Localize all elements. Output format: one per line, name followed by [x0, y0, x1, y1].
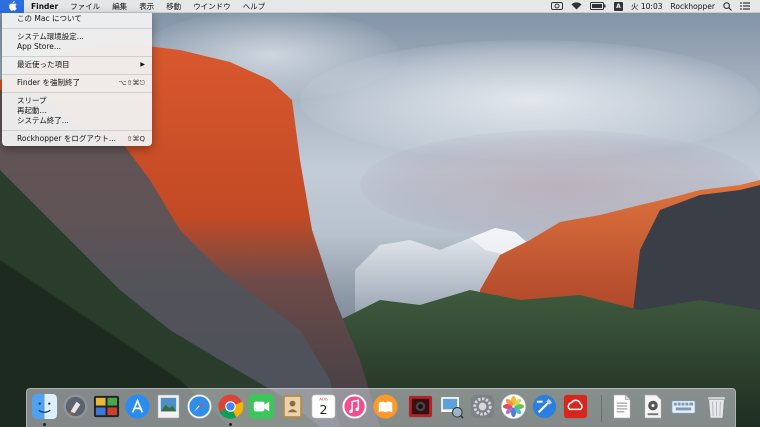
spotlight-icon[interactable] [719, 0, 736, 13]
printer-icon[interactable] [639, 393, 666, 420]
menu-item-label: Finder を強制終了 [17, 78, 80, 87]
mission-control-icon[interactable] [93, 393, 120, 420]
creative-cloud-icon[interactable] [562, 393, 589, 420]
menu-window[interactable]: ウインドウ [187, 0, 237, 13]
xcode-icon[interactable] [531, 393, 558, 420]
menu-separator [2, 129, 152, 131]
menu-item-system-preferences[interactable]: システム環境設定... [2, 32, 152, 42]
user-name-menu[interactable]: Rockhopper [667, 0, 720, 13]
apple-menu-dropdown: この Mac について システム環境設定... App Store... 最近使… [2, 13, 152, 146]
photo-booth-icon[interactable] [407, 393, 434, 420]
menu-item-log-out[interactable]: Rockhopper をログアウト... ⇧⌘Q [2, 134, 152, 144]
running-indicator [43, 423, 46, 426]
itunes-icon[interactable] [341, 393, 368, 420]
dock-separator [601, 395, 602, 422]
facetime-icon[interactable] [248, 393, 275, 420]
menu-go[interactable]: 移動 [160, 0, 187, 13]
menu-item-label: 最近使った項目 [17, 60, 70, 69]
input-source-icon[interactable]: A [610, 0, 627, 13]
clock[interactable]: 火 10:03 [627, 0, 667, 13]
menu-item-label: Rockhopper をログアウト... [17, 134, 117, 143]
status-area: A 火 10:03 Rockhopper [547, 0, 760, 13]
menu-item-shortcut: ⌥⇧⌘⎋ [118, 79, 145, 87]
dock: AUG 2 [26, 388, 736, 427]
contacts-icon[interactable] [279, 393, 306, 420]
preview-icon[interactable] [155, 393, 182, 420]
safari-icon[interactable] [186, 393, 213, 420]
submenu-arrow-icon: ▶ [140, 61, 145, 68]
menu-item-label: スリープ [17, 96, 47, 105]
camera-icon[interactable] [547, 0, 567, 13]
menu-item-label: この Mac について [17, 14, 82, 23]
menu-bar: Finder ファイル 編集 表示 移動 ウインドウ ヘルプ A 火 10:03… [0, 0, 760, 13]
menu-item-label: システム環境設定... [17, 32, 84, 41]
menu-separator [2, 27, 152, 29]
system-preferences-icon[interactable] [469, 393, 496, 420]
menu-finder[interactable]: Finder [24, 0, 64, 13]
input-source-label: A [614, 1, 623, 11]
menu-help[interactable]: ヘルプ [237, 0, 272, 13]
apple-logo-icon [8, 1, 17, 11]
apple-menu-button[interactable] [0, 0, 24, 13]
menu-edit[interactable]: 編集 [106, 0, 133, 13]
ibooks-icon[interactable] [372, 393, 399, 420]
running-indicator [229, 423, 232, 426]
finder-icon[interactable] [31, 393, 58, 420]
keyboard-viewer-icon[interactable] [670, 393, 697, 420]
menu-item-label: システム終了... [17, 116, 69, 125]
menu-item-about-this-mac[interactable]: この Mac について [2, 14, 152, 24]
photos-icon[interactable] [500, 393, 527, 420]
calendar-month: AUG [319, 397, 327, 402]
launchpad-icon[interactable] [62, 393, 89, 420]
calendar-day: 2 [320, 402, 328, 417]
calendar-icon[interactable]: AUG 2 [310, 393, 337, 420]
menu-item-app-store[interactable]: App Store... [2, 42, 152, 52]
trash-icon[interactable] [703, 393, 730, 420]
menu-separator [2, 73, 152, 75]
menu-separator [2, 91, 152, 93]
menu-item-restart[interactable]: 再起動... [2, 106, 152, 116]
app-store-icon[interactable] [124, 393, 151, 420]
battery-icon[interactable] [586, 0, 610, 13]
menu-item-sleep[interactable]: スリープ [2, 96, 152, 106]
menu-item-label: 再起動... [17, 106, 47, 115]
menu-file[interactable]: ファイル [64, 0, 106, 13]
menu-item-label: App Store... [17, 42, 62, 51]
menu-separator [2, 55, 152, 57]
preview-photos-icon[interactable] [438, 393, 465, 420]
menu-item-recent-items[interactable]: 最近使った項目 ▶ [2, 60, 152, 70]
wifi-icon[interactable] [567, 0, 586, 13]
menu-item-force-quit[interactable]: Finder を強制終了 ⌥⇧⌘⎋ [2, 78, 152, 88]
menu-item-shortcut: ⇧⌘Q [126, 135, 145, 143]
chrome-icon[interactable] [217, 393, 244, 420]
menu-item-shut-down[interactable]: システム終了... [2, 116, 152, 126]
notification-center-icon[interactable] [736, 0, 754, 13]
menu-view[interactable]: 表示 [133, 0, 160, 13]
document-icon[interactable] [608, 393, 635, 420]
